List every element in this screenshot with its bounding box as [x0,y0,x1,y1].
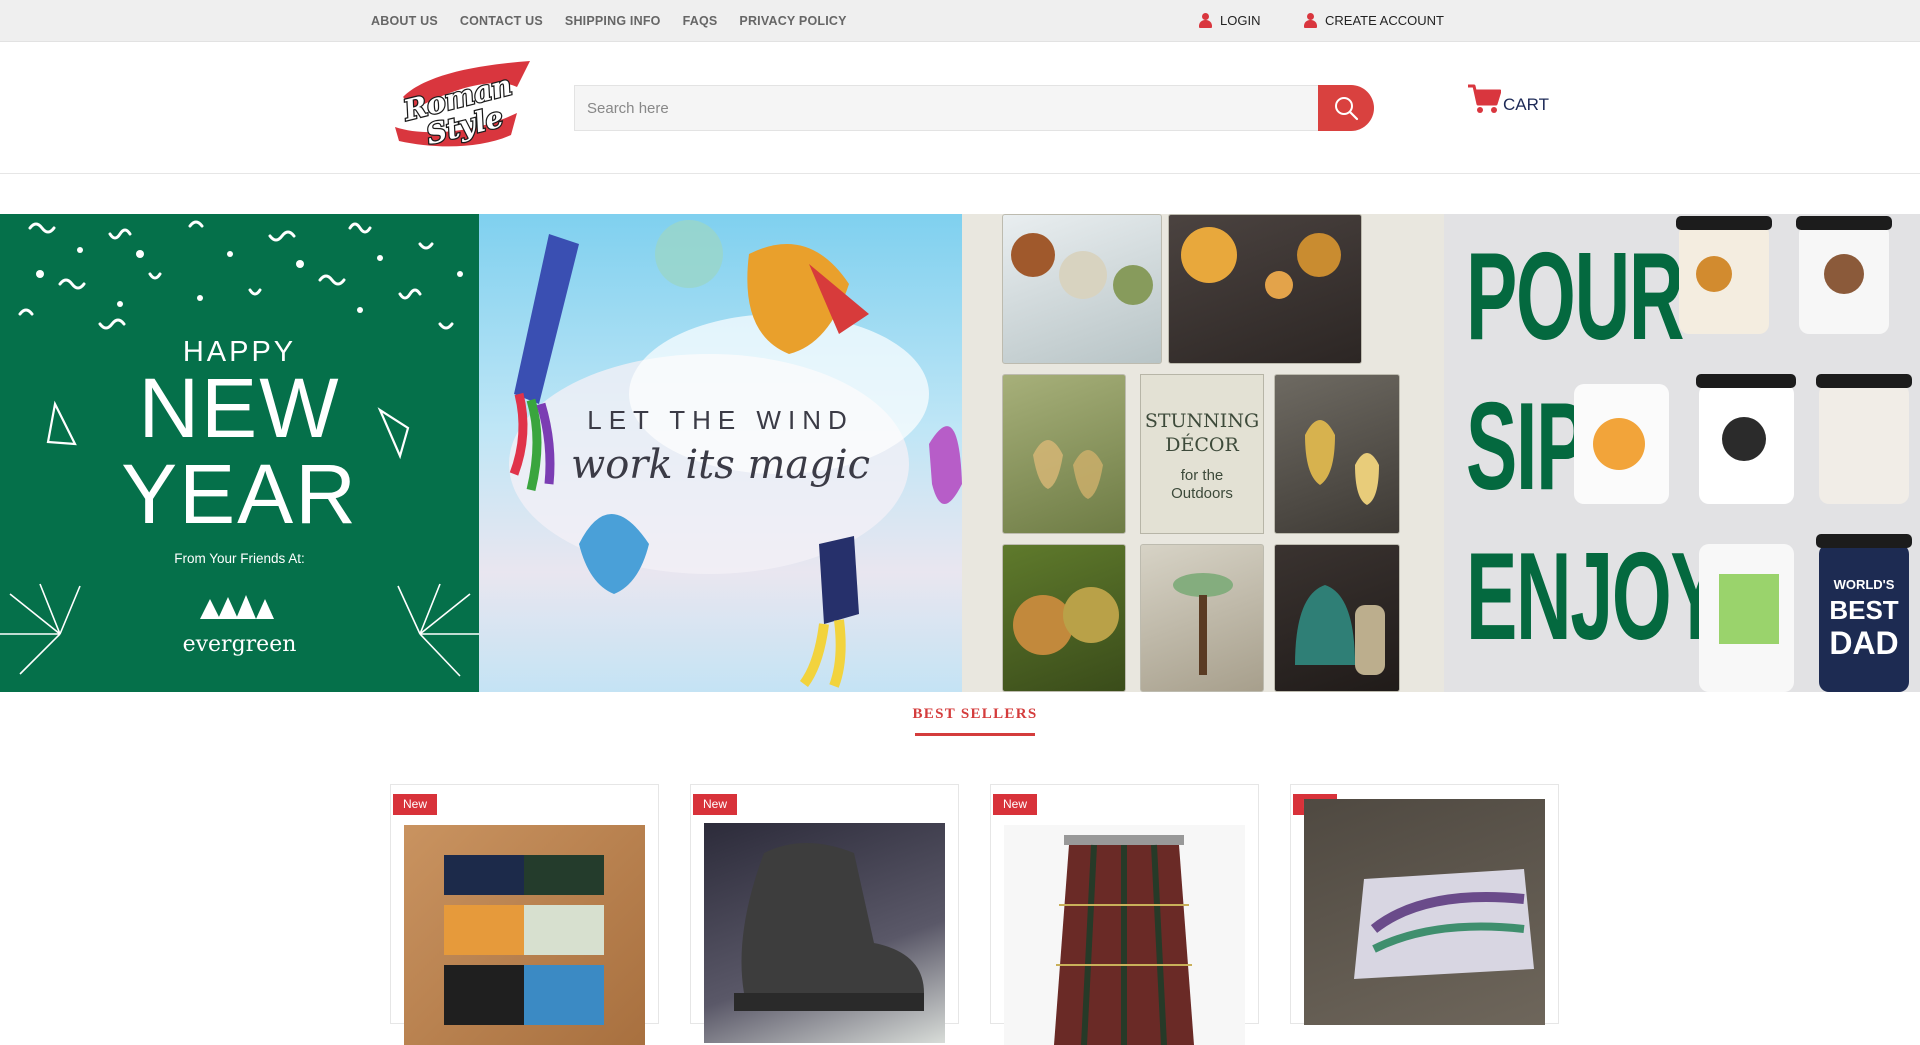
new-badge: New [693,794,737,815]
decor-title-1: STUNNING [1144,410,1260,432]
banner-new-year[interactable]: HAPPY NEW YEAR From Your Friends At: eve… [0,214,479,692]
nav-privacy-policy[interactable]: PRIVACY POLICY [739,14,846,28]
product-card[interactable]: New [990,784,1259,1045]
banner-wind[interactable]: LET THE WIND work its magic [479,214,962,692]
create-account-link[interactable]: CREATE ACCOUNT [1304,13,1444,28]
search-icon [1335,97,1359,121]
user-icon [1199,13,1212,28]
decor-tile-terrarium [1002,374,1126,534]
best-sellers-underline [915,733,1035,736]
wind-headline: LET THE WIND [587,405,854,435]
wind-script: work its magic [570,442,871,488]
new-year-year: YEAR [121,447,358,541]
top-bar: ABOUT US CONTACT US SHIPPING INFO FAQS P… [0,0,1920,42]
product-card[interactable]: New [690,784,959,1043]
hero-banner[interactable]: HAPPY NEW YEAR From Your Friends At: eve… [0,214,1920,692]
product-image-boot[interactable] [704,823,945,1043]
decor-tile-garden [1002,544,1126,692]
nav-shipping-info[interactable]: SHIPPING INFO [565,14,661,28]
site-header: Roman Style CART [0,42,1920,174]
nav-contact-us[interactable]: CONTACT US [460,14,543,28]
evergreen-logo: evergreen [182,632,297,657]
decor-sub-2: Outdoors [1171,485,1233,502]
new-year-new: NEW [138,361,341,455]
banner-decor[interactable]: STUNNING DÉCOR for the Outdoors [962,214,1444,692]
decor-tile-globes [1168,214,1362,364]
nav-faqs[interactable]: FAQS [683,14,718,28]
decor-tile-pendants [1274,374,1400,534]
svg-text:BEST: BEST [1829,595,1898,625]
product-image-plaid-skirt[interactable] [1004,825,1245,1045]
login-link[interactable]: LOGIN [1199,13,1260,28]
top-nav: ABOUT US CONTACT US SHIPPING INFO FAQS P… [371,14,847,28]
decor-title-2: DÉCOR [1165,434,1239,456]
user-icon [1304,13,1317,28]
banner-mugs[interactable]: POUR SIP ENJOY WORLD'S BEST DAD [1444,214,1920,692]
product-image-boxers[interactable] [404,825,645,1045]
best-sellers-title: BEST SELLERS [912,706,1038,722]
search-button[interactable] [1318,85,1374,131]
mugs-graphic: WORLD'S BEST DAD [1574,216,1912,692]
site-logo[interactable]: Roman Style [385,57,535,152]
product-image-canvas[interactable] [1304,799,1545,1025]
create-account-label: CREATE ACCOUNT [1325,13,1444,28]
search-bar [574,85,1374,131]
search-input[interactable] [574,85,1318,131]
cart-link[interactable]: CART [1467,84,1549,114]
nav-about-us[interactable]: ABOUT US [371,14,438,28]
product-card[interactable]: New [1290,784,1559,1025]
login-label: LOGIN [1220,13,1261,28]
logo-graphic: Roman Style [395,61,530,152]
decor-title-card: STUNNING DÉCOR for the Outdoors [1140,374,1264,534]
product-card[interactable]: New [390,784,659,1045]
cart-label: CART [1503,95,1549,114]
decor-tile-lanterns-teal [1274,544,1400,692]
new-badge: New [993,794,1037,815]
cart-icon [1468,84,1501,113]
new-year-from: From Your Friends At: [174,551,305,566]
svg-text:DAD: DAD [1829,625,1898,661]
decor-tile-table [1140,544,1264,692]
svg-text:WORLD'S: WORLD'S [1834,577,1895,592]
decor-sub-1: for the [1180,467,1224,484]
decor-tile-lanterns [1002,214,1162,364]
new-badge: New [393,794,437,815]
